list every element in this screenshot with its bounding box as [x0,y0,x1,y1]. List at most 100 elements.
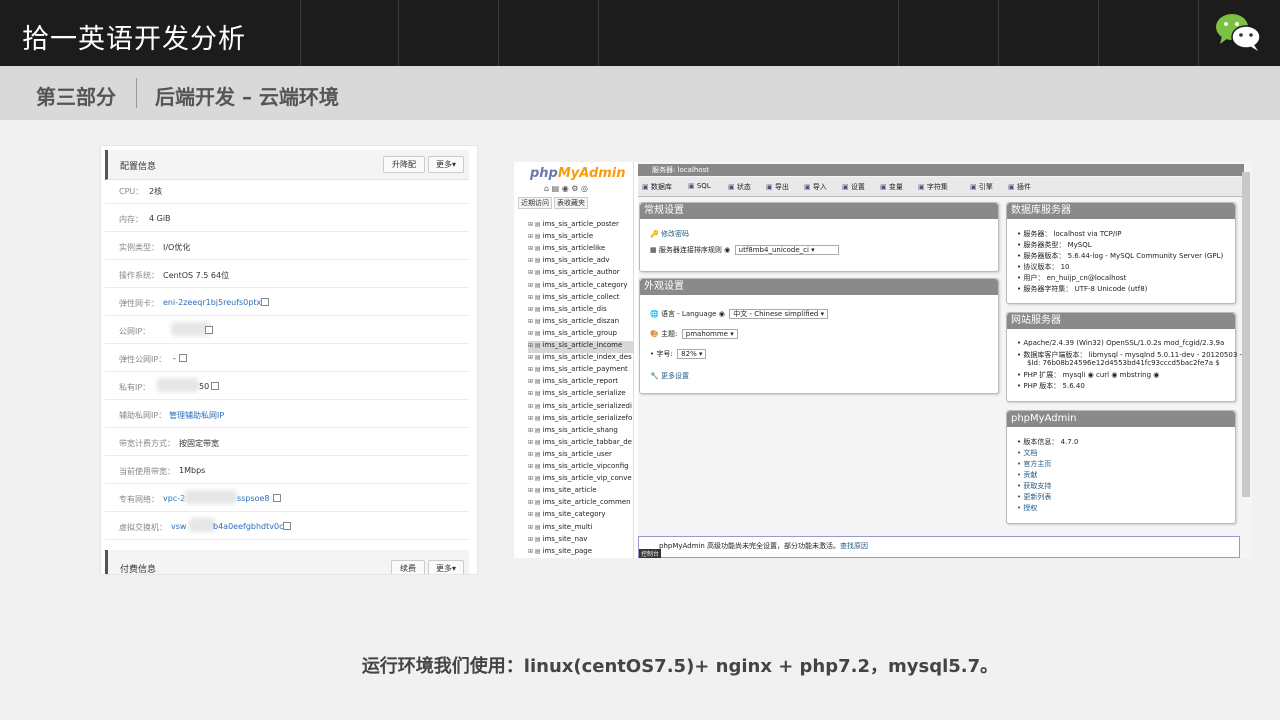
menu-databases[interactable]: 数据库 [642,182,672,192]
vswitch-link[interactable]: vsw [171,522,186,531]
table-tree-item[interactable]: ims_sis_article_author [528,268,634,280]
theme-select[interactable]: pmahomme ▾ [681,329,738,339]
table-tree-item[interactable]: ims_sis_article_vipconfig [528,462,634,474]
menu-charsets[interactable]: 字符集 [918,182,948,192]
table-tree-item[interactable]: ims_sis_article [528,232,634,244]
table-tree-item[interactable]: ims_sis_article_payment [528,365,634,377]
phpmyadmin-info-panel: phpMyAdmin 版本信息： 4.7.0 文档 官方主页 贡献 获取支持 更… [1006,410,1236,524]
config-row: 辅助私网IP： 管理辅助私网IP [105,400,469,428]
language-select[interactable]: 中文 - Chinese simplified ▾ [729,309,829,319]
vpc-link-suffix[interactable]: sspsoe8 [237,494,270,503]
bar-divider [398,0,399,66]
menu-import[interactable]: 导入 [804,182,827,192]
table-tree-item[interactable]: ims_sis_article_collect [528,293,634,305]
more-settings-link[interactable]: 🔧 更多设置 [650,371,689,381]
language-row: 🌐 语言 - Language ◉ 中文 - Chinese simplifie… [650,309,829,319]
table-tree-item[interactable]: ims_site_article_commen [528,498,634,510]
change-password-link[interactable]: 🔑 修改密码 [650,229,689,239]
find-reason-link[interactable]: 查找原因 [840,542,868,550]
table-tree-item[interactable]: ims_sis_article_user [528,450,634,462]
menu-plugins[interactable]: 插件 [1008,182,1031,192]
config-row: 当前使用带宽： 1Mbps [105,456,469,484]
scrollbar[interactable] [1242,172,1250,497]
server-breadcrumb[interactable]: 服务器: localhost [638,164,1244,176]
config-row: 虚拟交换机： vsw b4a0eefgbhdtv0c [105,512,469,540]
web-server-item: PHP 扩展： mysqli ◉ curl ◉ mbstring ◉ [1017,370,1159,380]
table-tree-item[interactable]: ims_sis_article_shang [528,426,634,438]
changelog-link[interactable]: 更新列表 [1017,492,1051,502]
menu-settings[interactable]: 设置 [842,182,865,192]
docs-link[interactable]: 文档 [1017,448,1037,458]
table-tree-item[interactable]: ims_sis_article_diszan [528,317,634,329]
table-tree-item[interactable]: ims_sis_article_category [528,281,634,293]
more-button[interactable]: 更多▾ [428,560,464,574]
config-row: 操作系统： CentOS 7.5 64位 [105,260,469,288]
more-button[interactable]: 更多▾ [428,156,464,173]
database-server-panel: 数据库服务器 服务器： localhost via TCP/IP 服务器类型： … [1006,202,1236,304]
copy-icon[interactable] [179,354,187,362]
contribute-link[interactable]: 贡献 [1017,470,1037,480]
table-tree-item[interactable]: ims_site_multi [528,523,634,535]
bar-divider [1198,0,1199,66]
row-value: - [173,354,176,363]
copy-icon[interactable] [211,382,219,390]
vpc-link[interactable]: vpc-2 [163,494,185,503]
upgrade-button[interactable]: 升降配 [383,156,425,173]
menu-sql[interactable]: SQL [688,182,711,190]
web-server-item: PHP 版本： 5.6.40 [1017,381,1084,391]
copy-icon[interactable] [273,494,281,502]
manage-secondary-ip-link[interactable]: 管理辅助私网IP [169,410,224,421]
support-link[interactable]: 获取支持 [1017,481,1051,491]
bar-divider [300,0,301,66]
row-key: CPU： [119,187,144,196]
table-tree-item[interactable]: ims_sis_article_tabbar_de [528,438,634,450]
collation-select[interactable]: utf8mb4_unicode_ci ▾ [734,245,839,255]
table-tree-item[interactable]: ims_sis_article_vip_conve [528,474,634,486]
db-server-item: 用户： en_huijp_cn@localhost [1017,273,1126,283]
copy-icon[interactable] [283,522,291,530]
table-tree-item[interactable]: ims_sis_articlelike [528,244,634,256]
table-tree-item[interactable]: ims_site_category [528,510,634,522]
db-server-item: 服务器字符集： UTF-8 Unicode (utf8) [1017,284,1147,294]
table-tree-item[interactable]: ims_sis_article_income [528,341,634,353]
font-size-select[interactable]: 82% ▾ [677,349,707,359]
renew-button[interactable]: 续费 [391,560,425,574]
table-tree-item[interactable]: ims_site_page [528,547,634,558]
copy-icon[interactable] [261,298,269,306]
console-tab[interactable]: 控制台 [639,549,662,558]
vswitch-link-suffix[interactable]: b4a0eefgbhdtv0c [213,522,283,531]
bar-divider [598,0,599,66]
row-value: I/O优化 [163,243,191,252]
table-tree-item[interactable]: ims_site_article [528,486,634,498]
menu-variables[interactable]: 变量 [880,182,903,192]
table-tree-item[interactable]: ims_site_nav [528,535,634,547]
eni-link[interactable]: eni-2zeeqr1bj5reufs0ptxe [163,298,266,307]
pma-nav-icons[interactable]: ⌂ ▤ ◉ ⚙ ◎ [544,184,588,193]
table-tree-item[interactable]: ims_sis_article_report [528,377,634,389]
table-tree-item[interactable]: ims_sis_article_serializedi [528,402,634,414]
table-tree-item[interactable]: ims_sis_article_serializefo [528,414,634,426]
menu-engines[interactable]: 引擎 [970,182,993,192]
table-tree-item[interactable]: ims_sis_article_index_des [528,353,634,365]
config-title: 配置信息 [120,162,157,172]
homepage-link[interactable]: 官方主页 [1017,459,1051,469]
table-tree-item[interactable]: ims_sis_article_adv [528,256,634,268]
redacted-value [189,518,215,532]
table-tree-item[interactable]: ims_sis_article_group [528,329,634,341]
tab-recent[interactable]: 近期访问 [518,197,552,209]
menu-status[interactable]: 状态 [728,182,751,192]
general-settings-panel: 常规设置 🔑 修改密码 ▦ 服务器连接排序规则 ◉ utf8mb4_unicod… [639,202,999,272]
tab-favorites[interactable]: 表收藏夹 [554,197,588,209]
table-tree-item[interactable]: ims_sis_article_serialize [528,389,634,401]
row-value: 2核 [149,187,163,196]
license-link[interactable]: 授权 [1017,503,1037,513]
table-tree-item[interactable]: ims_sis_article_dis [528,305,634,317]
billing-title: 付费信息 [120,565,157,575]
pma-navigation: phpMyAdmin ⌂ ▤ ◉ ⚙ ◎ 近期访问表收藏夹 ims_sis_ar… [514,162,634,558]
copy-icon[interactable] [205,326,213,334]
table-tree-item[interactable]: ims_sis_article_poster [528,220,634,232]
version-info: 版本信息： 4.7.0 [1017,437,1078,447]
redacted-value [185,490,237,504]
menu-export[interactable]: 导出 [766,182,789,192]
config-row: 弹性公网IP： - [105,344,469,372]
